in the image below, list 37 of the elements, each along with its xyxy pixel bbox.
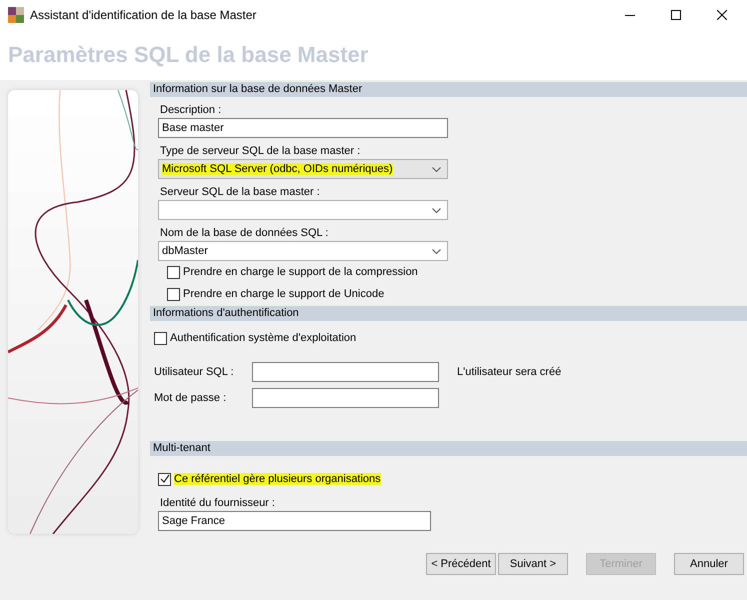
- checkbox[interactable]: [167, 288, 180, 300]
- section-header: Multi-tenant: [150, 441, 747, 456]
- checkbox[interactable]: [158, 472, 171, 486]
- checkbox[interactable]: [167, 266, 180, 278]
- checkbox-label: Ce référentiel gère plusieurs organisations: [174, 473, 381, 485]
- field-label: Serveur SQL de la base master :: [159, 185, 321, 199]
- field-label: Type de serveur SQL de la base master :: [159, 144, 362, 158]
- checkbox[interactable]: [154, 332, 167, 344]
- field-label: Description :: [159, 103, 222, 117]
- section-header: Information sur la base de données Master: [150, 82, 747, 97]
- section-header: Informations d'authentification: [150, 306, 747, 321]
- field-label: Nom de la base de données SQL :: [159, 226, 330, 240]
- chevron-icon: [432, 208, 441, 212]
- chevron-icon: [432, 166, 441, 172]
- input-field[interactable]: [252, 362, 439, 382]
- field-label: Utilisateur SQL :: [154, 366, 235, 378]
- maximize-icon[interactable]: [671, 10, 681, 20]
- field-label: Identité du fournisseur :: [159, 496, 276, 510]
- wizard-button[interactable]: Suivant >: [498, 553, 568, 575]
- dropdown[interactable]: Microsoft SQL Server (odbc, OIDs numériques): [158, 159, 448, 179]
- close-icon[interactable]: [717, 10, 727, 20]
- checkmark-icon: [160, 474, 170, 484]
- checkbox-label: Authentification système d'exploitation: [170, 332, 356, 344]
- hint-text: L'utilisateur sera créé: [457, 366, 562, 378]
- field-label: Mot de passe :: [154, 392, 228, 404]
- input-field[interactable]: Base master: [158, 118, 448, 138]
- input-field[interactable]: Sage France: [158, 511, 431, 531]
- chevron-icon: [432, 248, 441, 254]
- page-heading: Paramètres SQL de la base Master: [8, 42, 368, 68]
- app-icon: [8, 7, 24, 23]
- window-title: Assistant d'identification de la base Master: [30, 8, 256, 22]
- dropdown[interactable]: dbMaster: [158, 241, 448, 261]
- wizard-button[interactable]: < Précédent: [426, 553, 496, 575]
- input-field[interactable]: [252, 388, 439, 408]
- checkbox-label: Prendre en charge le support de la compression: [183, 266, 418, 278]
- wizard-button[interactable]: Annuler: [674, 553, 744, 575]
- checkbox-label: Prendre en charge le support de Unicode: [183, 288, 384, 300]
